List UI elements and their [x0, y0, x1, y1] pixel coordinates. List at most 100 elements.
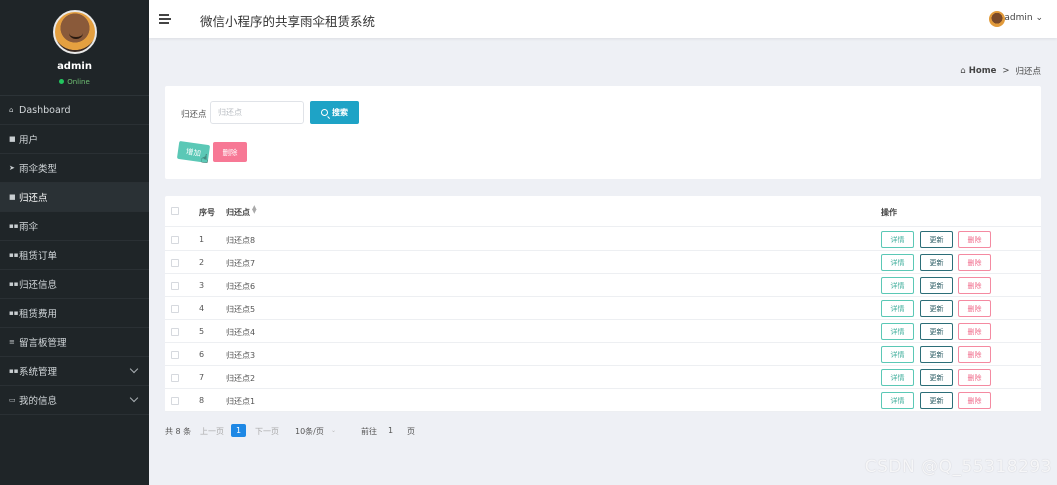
delete-button[interactable]: 删除 — [958, 369, 991, 386]
breadcrumb: ⌂ Home > 归还点 — [960, 65, 1041, 77]
update-button[interactable]: 更新 — [920, 300, 953, 317]
detail-button[interactable]: 详情 — [881, 300, 914, 317]
column-header-index: 序号 — [199, 208, 215, 217]
row-return-point: 归还点5 — [226, 305, 256, 314]
user-menu[interactable]: admin ⌄ — [1004, 13, 1043, 23]
sidebar-item-return-info[interactable]: ▪▪ 归还信息 — [0, 270, 149, 299]
delete-button[interactable]: 删除 — [958, 300, 991, 317]
detail-button[interactable]: 详情 — [881, 369, 914, 386]
next-page-button[interactable]: 下一页 — [255, 426, 279, 437]
update-button[interactable]: 更新 — [920, 254, 953, 271]
current-page-button[interactable]: 1 — [231, 424, 246, 437]
delete-button[interactable]: 删除 — [958, 254, 991, 271]
sidebar-item-label: 系统管理 — [19, 367, 58, 378]
sort-icon[interactable]: ▲ ▼ — [252, 205, 257, 215]
detail-button[interactable]: 详情 — [881, 231, 914, 248]
table-row: 5 归还点4 详情 更新 删除 — [165, 320, 1041, 343]
profile-panel: admin Online — [0, 0, 149, 96]
detail-button[interactable]: 详情 — [881, 254, 914, 271]
chevron-down-icon: ⌄ — [331, 427, 337, 434]
update-button[interactable]: 更新 — [920, 369, 953, 386]
grid-icon: ▪▪ — [9, 251, 19, 259]
search-button-label: 搜索 — [332, 108, 348, 117]
delete-button[interactable]: 删除 — [958, 346, 991, 363]
row-index: 1 — [199, 235, 205, 244]
sidebar-item-label: 雨伞类型 — [19, 164, 58, 175]
grid-icon: ▪▪ — [9, 280, 19, 288]
sidebar-item-label: 我的信息 — [19, 396, 58, 407]
grid-icon: ▪▪ — [9, 222, 19, 230]
search-input[interactable] — [210, 101, 304, 124]
delete-button[interactable]: 删除 — [958, 277, 991, 294]
sidebar-item-return-points[interactable]: ■ 归还点 — [0, 183, 149, 212]
row-checkbox[interactable] — [171, 236, 179, 244]
sidebar-item-message-board[interactable]: ≡ 留言板管理 — [0, 328, 149, 357]
sidebar-item-umbrella-types[interactable]: ➤ 雨伞类型 — [0, 154, 149, 183]
file-icon: ■ — [9, 193, 16, 201]
row-index: 2 — [199, 258, 205, 267]
goto-page-input[interactable]: 1 — [388, 426, 393, 435]
row-checkbox[interactable] — [171, 397, 179, 405]
search-icon — [321, 109, 328, 116]
breadcrumb-home[interactable]: Home — [969, 66, 997, 76]
row-checkbox[interactable] — [171, 259, 179, 267]
row-index: 3 — [199, 281, 205, 290]
detail-button[interactable]: 详情 — [881, 392, 914, 409]
detail-button[interactable]: 详情 — [881, 277, 914, 294]
select-all-checkbox[interactable] — [171, 207, 179, 215]
watermark: CSDN @Q_55318293 — [864, 457, 1052, 477]
grid-icon: ▪▪ — [9, 367, 19, 375]
user-icon: ■ — [9, 135, 16, 143]
avatar[interactable] — [53, 10, 97, 54]
update-button[interactable]: 更新 — [920, 277, 953, 294]
column-header-return-point[interactable]: 归还点 — [226, 207, 250, 218]
table-row: 2 归还点7 详情 更新 删除 — [165, 251, 1041, 274]
update-button[interactable]: 更新 — [920, 392, 953, 409]
sidebar-item-my-info[interactable]: ▭ 我的信息 — [0, 386, 149, 415]
update-button[interactable]: 更新 — [920, 231, 953, 248]
send-icon: ➤ — [9, 164, 15, 172]
sidebar-item-label: 租赁费用 — [19, 309, 58, 320]
detail-button[interactable]: 详情 — [881, 323, 914, 340]
search-label: 归还点 — [181, 110, 207, 120]
row-return-point: 归还点7 — [226, 259, 256, 268]
table-row: 1 归还点8 详情 更新 删除 — [165, 228, 1041, 251]
data-table: 序号 归还点 ▲ ▼ 操作 1 归还点8 详情 更新 删除 2 归还点7 详情 更… — [165, 196, 1041, 412]
delete-button[interactable]: 删除 — [958, 323, 991, 340]
sidebar-item-label: Dashboard — [19, 104, 71, 116]
row-index: 4 — [199, 304, 205, 313]
user-avatar[interactable] — [989, 11, 1005, 27]
row-checkbox[interactable] — [171, 328, 179, 336]
sidebar-item-umbrellas[interactable]: ▪▪ 雨伞 — [0, 212, 149, 241]
menu-toggle-icon[interactable] — [159, 14, 171, 24]
search-button[interactable]: 搜索 — [310, 101, 359, 124]
prev-page-button[interactable]: 上一页 — [200, 426, 224, 437]
row-return-point: 归还点6 — [226, 282, 256, 291]
sidebar-item-rental-orders[interactable]: ▪▪ 租赁订单 — [0, 241, 149, 270]
sidebar-item-label: 归还信息 — [19, 280, 58, 291]
sidebar-item-dashboard[interactable]: ⌂ Dashboard — [0, 96, 149, 125]
online-status: Online — [0, 78, 149, 86]
list-icon: ≡ — [9, 338, 15, 346]
row-checkbox[interactable] — [171, 305, 179, 313]
sidebar-item-rental-fees[interactable]: ▪▪ 租赁费用 — [0, 299, 149, 328]
row-return-point: 归还点8 — [226, 236, 256, 245]
row-checkbox[interactable] — [171, 374, 179, 382]
profile-name: admin — [57, 61, 92, 72]
batch-delete-button[interactable]: 删除 — [213, 142, 247, 162]
detail-button[interactable]: 详情 — [881, 346, 914, 363]
row-checkbox[interactable] — [171, 282, 179, 290]
page-size-select[interactable]: 10条/页 — [295, 426, 324, 437]
sidebar-item-label: 用户 — [19, 135, 39, 146]
row-checkbox[interactable] — [171, 351, 179, 359]
chevron-down-icon: ⌄ — [1035, 13, 1043, 23]
grid-icon: ▪▪ — [9, 309, 19, 317]
user-name: admin — [1004, 13, 1033, 23]
sidebar-item-system-management[interactable]: ▪▪ 系统管理 — [0, 357, 149, 386]
delete-button[interactable]: 删除 — [958, 231, 991, 248]
sidebar-item-users[interactable]: ■ 用户 — [0, 125, 149, 154]
update-button[interactable]: 更新 — [920, 323, 953, 340]
update-button[interactable]: 更新 — [920, 346, 953, 363]
table-row: 7 归还点2 详情 更新 删除 — [165, 366, 1041, 389]
delete-button[interactable]: 删除 — [958, 392, 991, 409]
